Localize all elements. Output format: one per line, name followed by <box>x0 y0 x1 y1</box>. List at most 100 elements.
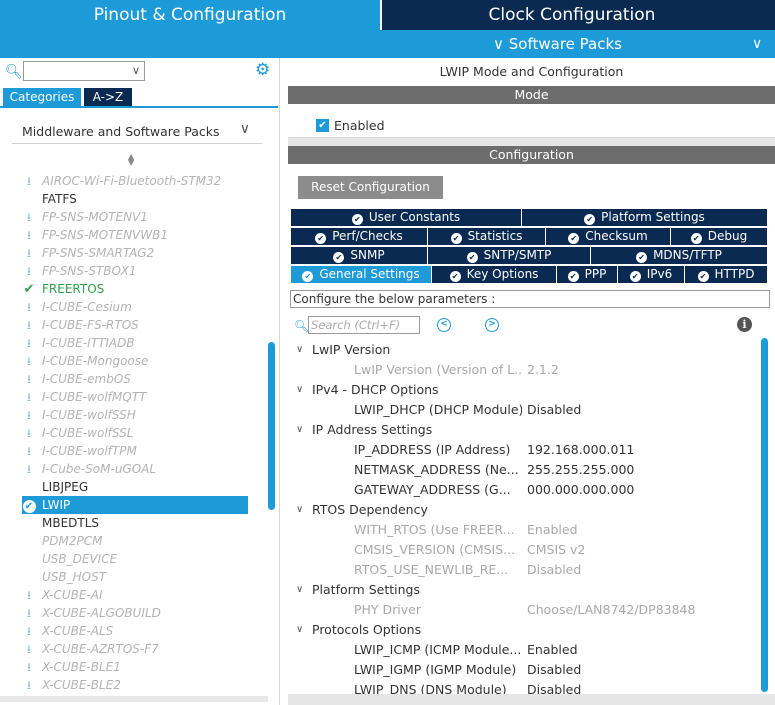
pack-item-x-cube-algobuild[interactable]: ⭳ X-CUBE-ALGOBUILD <box>22 604 252 622</box>
pack-item-i-cube-fs-rtos[interactable]: ⭳ I-CUBE-FS-RTOS <box>22 316 252 334</box>
pack-item-label: X-CUBE-BLE1 <box>42 660 121 674</box>
pack-item-i-cube-som-ugoal[interactable]: ⭳ I-Cube-SoM-uGOAL <box>22 460 252 478</box>
parameter-row[interactable]: LwIP Version (Version of L... 2.1.2 <box>288 360 758 380</box>
pack-item-x-cube-azrtos-f7[interactable]: ⭳ X-CUBE-AZRTOS-F7 <box>22 640 252 658</box>
pack-item-label: USB_HOST <box>42 570 107 584</box>
pack-item-i-cube-cesium[interactable]: ⭳ I-CUBE-Cesium <box>22 298 252 316</box>
pack-item-i-cube-mongoose[interactable]: ⭳ I-CUBE-Mongoose <box>22 352 252 370</box>
pack-item-libjpeg[interactable]: LIBJPEG <box>22 478 252 496</box>
parameter-row[interactable]: IP_ADDRESS (IP Address) 192.168.000.011 <box>288 440 758 460</box>
chevron-down-icon: ∨ <box>296 344 304 355</box>
tab-a-to-z[interactable]: A->Z <box>84 88 132 106</box>
tab-checksum[interactable]: ✔ Checksum <box>546 228 670 245</box>
tab-mdns-tftp[interactable]: ✔ MDNS/TFTP <box>591 247 767 264</box>
pack-item-fp-sns-stbox1[interactable]: ⭳ FP-SNS-STBOX1 <box>22 262 252 280</box>
tab-ipv6[interactable]: ✔ IPv6 <box>618 266 684 283</box>
parameter-row[interactable]: LWIP_ICMP (ICMP Module... Enabled <box>288 640 758 660</box>
search-combo[interactable]: ∨ <box>23 61 145 81</box>
parameter-row[interactable]: WITH_RTOS (Use FREER... Enabled <box>288 520 758 540</box>
pack-item-label: FP-SNS-MOTENVWB1 <box>42 228 168 242</box>
group-ipv4-dhcp-options[interactable]: ∨ IPv4 - DHCP Options <box>288 380 758 400</box>
tab-clock-configuration[interactable]: Clock Configuration <box>382 0 762 30</box>
tab-ppp[interactable]: ✔ PPP <box>557 266 617 283</box>
tab-perf-checks[interactable]: ✔ Perf/Checks <box>291 228 427 245</box>
pack-item-label: I-CUBE-FS-RTOS <box>42 318 139 332</box>
pack-item-pdm2pcm[interactable]: PDM2PCM <box>22 532 252 550</box>
category-header-middleware[interactable]: Middleware and Software Packs ∨ <box>12 118 262 144</box>
previous-result-icon[interactable]: < <box>437 318 451 332</box>
group-rtos-dependency[interactable]: ∨ RTOS Dependency <box>288 500 758 520</box>
tab-label: Debug <box>707 229 748 243</box>
tab-platform-settings[interactable]: ✔ Platform Settings <box>522 209 767 226</box>
tab-pinout-configuration[interactable]: Pinout & Configuration <box>0 0 380 30</box>
tab-user-constants[interactable]: ✔ User Constants <box>291 209 521 226</box>
tab-categories[interactable]: Categories <box>3 88 81 106</box>
parameter-row[interactable]: LWIP_IGMP (IGMP Module) Disabled <box>288 660 758 680</box>
group-ip-address-settings[interactable]: ∨ IP Address Settings <box>288 420 758 440</box>
parameter-row[interactable]: GATEWAY_ADDRESS (G... 000.000.000.000 <box>288 480 758 500</box>
download-icon: ⭳ <box>26 354 32 368</box>
software-packs-menu[interactable]: ∨ Software Packs <box>493 30 622 58</box>
pack-item-fp-sns-motenv1[interactable]: ⭳ FP-SNS-MOTENV1 <box>22 208 252 226</box>
download-icon: ⭳ <box>26 318 32 332</box>
pack-item-usb-host[interactable]: USB_HOST <box>22 568 252 586</box>
pack-item-i-cube-wolfssl[interactable]: ⭳ I-CUBE-wolfSSL <box>22 424 252 442</box>
right-scrollbar-thumb[interactable] <box>761 338 768 692</box>
pack-item-fatfs[interactable]: FATFS <box>22 190 252 208</box>
tab-statistics[interactable]: ✔ Statistics <box>428 228 545 245</box>
tab-key-options[interactable]: ✔ Key Options <box>432 266 556 283</box>
pack-item-freertos[interactable]: ✔ FREERTOS <box>22 280 252 298</box>
parameter-name: LwIP Version (Version of L... <box>354 362 522 377</box>
info-icon[interactable]: i <box>737 317 752 332</box>
pack-item-x-cube-ble2[interactable]: ⭳ X-CUBE-BLE2 <box>22 676 252 694</box>
chevron-down-icon[interactable]: ∨ <box>132 62 140 80</box>
download-icon: ⭳ <box>26 678 32 692</box>
pack-item-label: FP-SNS-STBOX1 <box>42 264 137 278</box>
pack-item-x-cube-ble1[interactable]: ⭳ X-CUBE-BLE1 <box>22 658 252 676</box>
pack-item-label: X-CUBE-ALGOBUILD <box>42 606 161 620</box>
parameter-row[interactable]: LWIP_DHCP (DHCP Module) Disabled <box>288 400 758 420</box>
tab-debug[interactable]: ✔ Debug <box>671 228 767 245</box>
software-packs-label: Software Packs <box>508 35 622 53</box>
chevron-down-icon[interactable]: ∨ <box>752 30 762 58</box>
pack-item-i-cube-wolfmqtt[interactable]: ⭳ I-CUBE-wolfMQTT <box>22 388 252 406</box>
next-result-icon[interactable]: > <box>485 318 499 332</box>
pack-item-i-cube-embos[interactable]: ⭳ I-CUBE-embOS <box>22 370 252 388</box>
pack-item-usb-device[interactable]: USB_DEVICE <box>22 550 252 568</box>
parameter-row[interactable]: NETMASK_ADDRESS (Ne... 255.255.255.000 <box>288 460 758 480</box>
left-scrollbar-thumb[interactable] <box>268 342 275 510</box>
parameter-name: LWIP_DHCP (DHCP Module) <box>354 402 522 417</box>
pack-item-label: X-CUBE-AI <box>42 588 103 602</box>
pack-item-i-cube-ittiadb[interactable]: ⭳ I-CUBE-ITTIADB <box>22 334 252 352</box>
pack-item-fp-sns-motenvwb1[interactable]: ⭳ FP-SNS-MOTENVWB1 <box>22 226 252 244</box>
pack-item-mbedtls[interactable]: MBEDTLS <box>22 514 252 532</box>
pack-item-i-cube-wolfssh[interactable]: ⭳ I-CUBE-wolfSSH <box>22 406 252 424</box>
group-protocols-options[interactable]: ∨ Protocols Options <box>288 620 758 640</box>
gear-icon[interactable]: ⚙ <box>255 60 270 80</box>
parameter-row[interactable]: RTOS_USE_NEWLIB_RE... Disabled <box>288 560 758 580</box>
reset-configuration-button[interactable]: Reset Configuration <box>298 176 443 199</box>
tab-snmp[interactable]: ✔ SNMP <box>291 247 427 264</box>
parameter-search-input[interactable]: Search (Ctrl+F) <box>308 316 420 334</box>
parameter-value: 000.000.000.000 <box>527 482 635 497</box>
tab-sntp-smtp[interactable]: ✔ SNTP/SMTP <box>428 247 590 264</box>
tab-httpd[interactable]: ✔ HTTPD <box>685 266 767 283</box>
horizontal-scrollbar[interactable] <box>0 696 268 702</box>
group-platform-settings[interactable]: ∨ Platform Settings <box>288 580 758 600</box>
pack-item-x-cube-als[interactable]: ⭳ X-CUBE-ALS <box>22 622 252 640</box>
parameter-name: RTOS_USE_NEWLIB_RE... <box>354 562 509 577</box>
pack-item-x-cube-ai[interactable]: ⭳ X-CUBE-AI <box>22 586 252 604</box>
pack-item-i-cube-wolftpm[interactable]: ⭳ I-CUBE-wolfTPM <box>22 442 252 460</box>
sort-arrows-icon[interactable]: ▲ ▼ <box>128 153 134 167</box>
parameter-row[interactable]: PHY Driver Choose/LAN8742/DP83848 <box>288 600 758 620</box>
tab-general-settings[interactable]: ✔ General Settings <box>291 266 431 283</box>
enabled-checkbox[interactable]: ✔ <box>316 119 329 132</box>
download-icon: ⭳ <box>26 660 32 674</box>
pack-item-lwip[interactable]: ✔ LWIP <box>22 496 248 514</box>
parameter-row[interactable]: CMSIS_VERSION (CMSIS... CMSIS v2 <box>288 540 758 560</box>
pack-item-airoc-wi-fi-bluetooth-stm32[interactable]: ⭳ AIROC-Wi-Fi-Bluetooth-STM32 <box>22 172 252 190</box>
group-lwip-version[interactable]: ∨ LwIP Version <box>288 340 758 360</box>
pack-item-label: I-CUBE-Mongoose <box>42 354 149 368</box>
pack-item-fp-sns-smartag2[interactable]: ⭳ FP-SNS-SMARTAG2 <box>22 244 252 262</box>
pack-item-label: I-Cube-SoM-uGOAL <box>42 462 157 476</box>
